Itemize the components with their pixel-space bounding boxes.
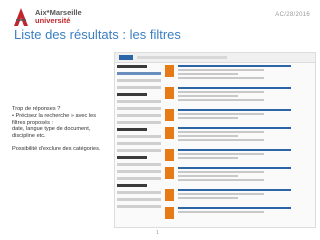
filter-item [117, 135, 161, 138]
filter-item [117, 149, 161, 152]
header-date: AC/28/2016 [275, 12, 310, 18]
document-thumbnail-icon [165, 207, 174, 219]
description-paragraph-1: Trop de réponses ? • Précisez la recherc… [12, 106, 97, 140]
document-thumbnail-icon [165, 65, 174, 77]
filter-item [117, 100, 161, 103]
filter-heading [117, 65, 147, 68]
filter-item [117, 177, 161, 180]
filter-item [117, 79, 161, 82]
screenshot-header [115, 53, 315, 63]
document-thumbnail-icon [165, 127, 174, 139]
result-item [165, 207, 311, 219]
page-number: 1 [156, 230, 159, 236]
screenshot-nav [137, 56, 227, 59]
filter-heading [117, 184, 147, 187]
description: Trop de réponses ? • Précisez la recherc… [12, 106, 107, 159]
result-item [165, 189, 311, 201]
filter-item [117, 121, 161, 124]
result-item [165, 127, 311, 143]
filter-item [117, 198, 161, 201]
result-item [165, 109, 311, 121]
description-paragraph-2: Possibilité d'exclure des catégories. [12, 145, 101, 152]
slide-title: Liste des résultats : les filtres [14, 27, 181, 42]
filter-item [117, 72, 161, 75]
result-item [165, 65, 311, 81]
university-logo: Aix*Marseille université [10, 6, 82, 28]
logo-mark-icon [10, 6, 32, 28]
result-item [165, 167, 311, 183]
filter-item [117, 86, 161, 89]
results-screenshot [114, 52, 316, 228]
filter-item [117, 205, 161, 208]
filter-item [117, 163, 161, 166]
logo-line2: université [35, 16, 71, 25]
document-thumbnail-icon [165, 189, 174, 201]
filter-item [117, 107, 161, 110]
filter-heading [117, 156, 147, 159]
document-thumbnail-icon [165, 149, 174, 161]
filter-heading [117, 93, 147, 96]
filter-heading [117, 128, 147, 131]
result-item [165, 87, 311, 103]
document-thumbnail-icon [165, 167, 174, 179]
filter-item [117, 142, 161, 145]
result-item [165, 149, 311, 161]
screenshot-logo [119, 55, 133, 60]
document-thumbnail-icon [165, 109, 174, 121]
filter-item [117, 170, 161, 173]
filter-item [117, 114, 161, 117]
filter-sidebar [117, 65, 161, 212]
document-thumbnail-icon [165, 87, 174, 99]
filter-item [117, 191, 161, 194]
results-list [165, 65, 311, 225]
